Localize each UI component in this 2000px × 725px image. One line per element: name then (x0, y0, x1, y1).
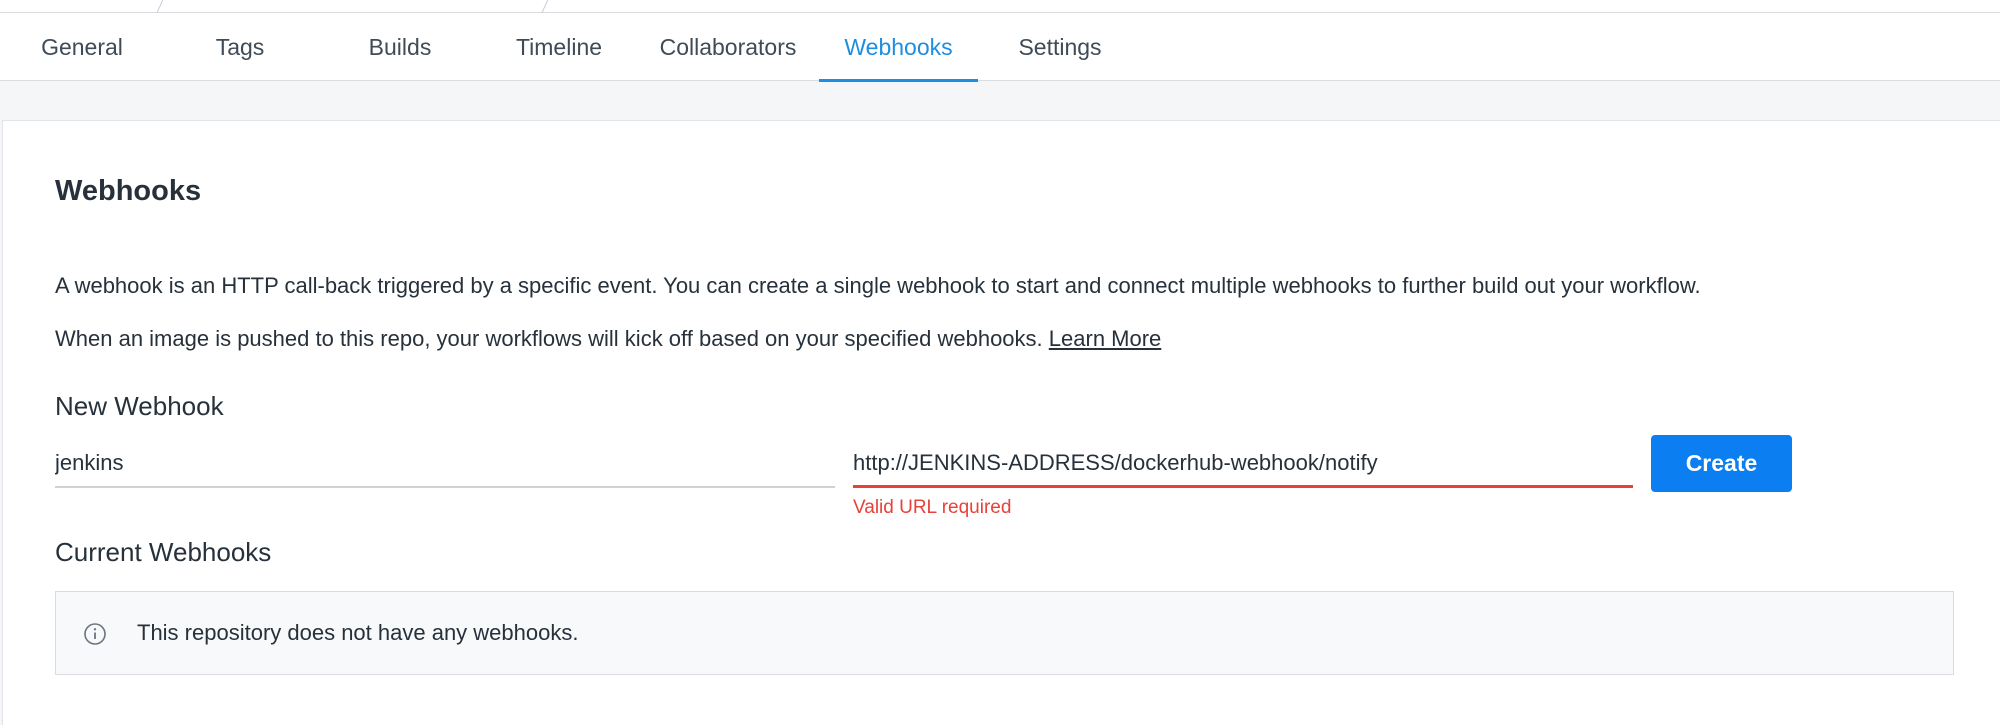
url-error-message: Valid URL required (853, 497, 1012, 518)
empty-webhooks-message: This repository does not have any webhoo… (137, 620, 579, 645)
create-button[interactable]: Create (1651, 435, 1792, 492)
page-title: Webhooks (55, 175, 202, 207)
webhook-url-input[interactable] (853, 440, 1633, 488)
new-webhook-heading: New Webhook (55, 391, 224, 421)
repo-tab-bar: General Tags Builds Timeline Collaborato… (0, 13, 2000, 82)
webhook-name-input[interactable] (55, 440, 835, 488)
tab-webhooks[interactable]: Webhooks (819, 13, 978, 82)
tab-general[interactable]: General (30, 13, 134, 81)
breadcrumb-separator (156, 0, 165, 14)
webhook-description: A webhook is an HTTP call-back triggered… (55, 273, 1701, 298)
tab-builds[interactable]: Builds (350, 13, 450, 81)
webhook-description-secondary: When an image is pushed to this repo, yo… (55, 326, 1161, 352)
tab-settings[interactable]: Settings (1008, 13, 1112, 81)
top-breadcrumb-strip (0, 0, 2000, 14)
webhooks-panel: Webhooks A webhook is an HTTP call-back … (2, 120, 2000, 725)
tab-tags[interactable]: Tags (196, 13, 284, 81)
learn-more-link[interactable]: Learn More (1049, 326, 1162, 351)
webhook-description-text: When an image is pushed to this repo, yo… (55, 326, 1043, 351)
current-webhooks-heading: Current Webhooks (55, 537, 272, 567)
tab-collaborators[interactable]: Collaborators (654, 13, 802, 81)
tab-timeline[interactable]: Timeline (505, 13, 613, 81)
breadcrumb-separator (541, 0, 550, 14)
empty-webhooks-notice: This repository does not have any webhoo… (55, 591, 1954, 675)
info-icon (84, 623, 106, 645)
